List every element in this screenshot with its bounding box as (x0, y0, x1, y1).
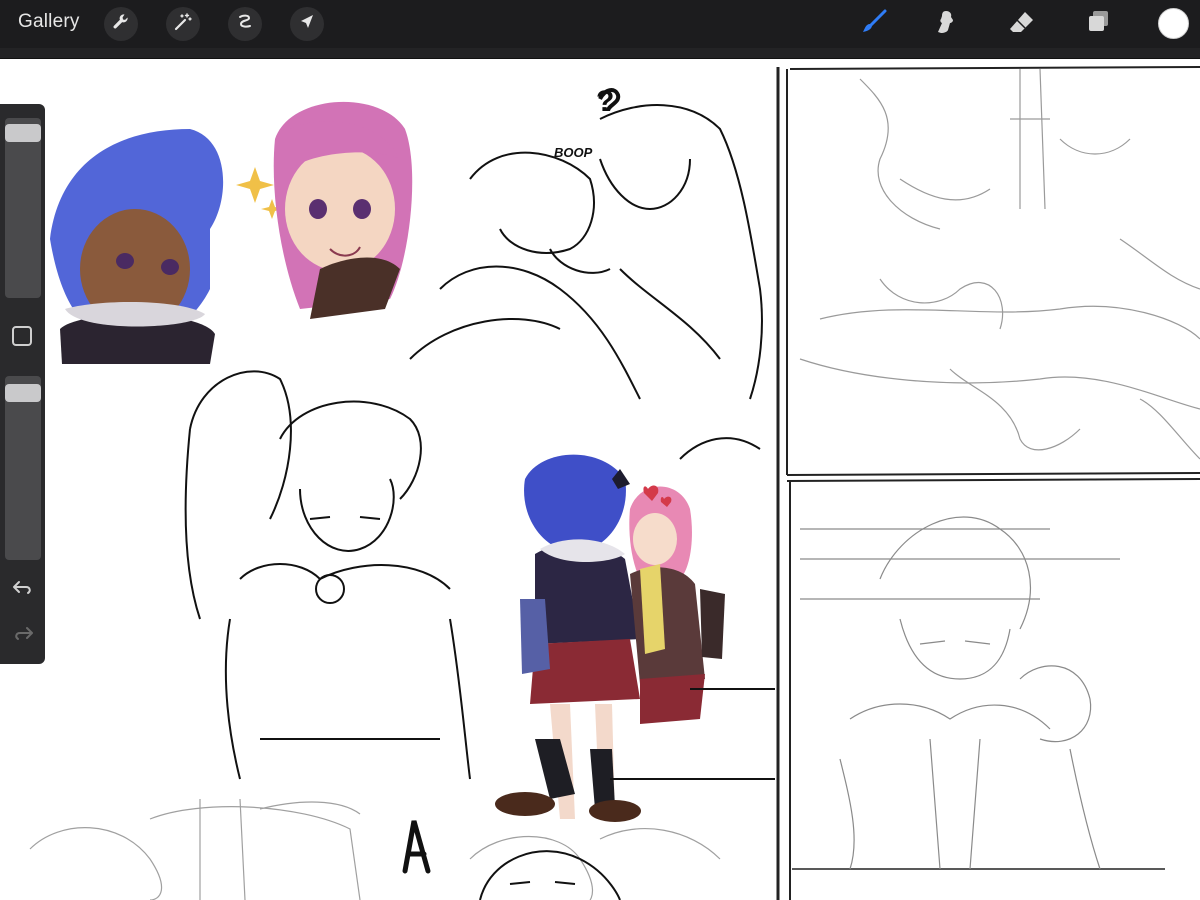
wrench-icon (111, 12, 131, 37)
comic-panels (776, 66, 1200, 900)
adjustments-button[interactable] (166, 7, 200, 41)
modify-button[interactable] (12, 326, 32, 346)
ink-letter-a (402, 820, 431, 874)
layers-button[interactable] (1082, 8, 1114, 40)
boop-annotation: BOOP (554, 145, 593, 160)
paint-tool-button[interactable] (858, 8, 890, 40)
color-picker-button[interactable] (1158, 8, 1189, 39)
color-couple (495, 454, 725, 822)
brush-size-slider[interactable] (5, 118, 41, 298)
ink-partial-face (479, 850, 621, 900)
pencil-sketch-portrait (800, 516, 1120, 870)
actions-button[interactable] (104, 7, 138, 41)
letter-annotation: A (400, 875, 401, 878)
chibi-blue-hair (50, 129, 224, 364)
undo-icon (12, 579, 34, 602)
question-mark-annotation: ? (596, 85, 614, 118)
top-toolbar: Gallery (0, 0, 1200, 48)
smudge-icon (932, 8, 960, 41)
magic-wand-icon (173, 12, 193, 37)
opacity-slider-thumb[interactable] (5, 384, 41, 402)
eraser-icon (1008, 8, 1036, 41)
pencil-sketch-park (799, 68, 1200, 460)
erase-tool-button[interactable] (1006, 8, 1038, 40)
ink-sketch-duo (184, 370, 471, 780)
redo-button[interactable] (10, 624, 36, 648)
brush-size-slider-thumb[interactable] (5, 124, 41, 142)
brush-icon (860, 8, 888, 41)
drawing-canvas[interactable]: ? BOOP A (0, 59, 1200, 900)
undo-button[interactable] (10, 578, 36, 602)
selection-icon (235, 12, 255, 37)
transform-button[interactable] (290, 7, 324, 41)
redo-icon (12, 625, 34, 648)
smudge-tool-button[interactable] (930, 8, 962, 40)
gallery-button[interactable]: Gallery (18, 11, 80, 33)
canvas-artwork: ? BOOP A (29, 66, 1200, 900)
procreate-app: Gallery ? BOOP A (0, 0, 1200, 900)
arrow-cursor-icon (297, 12, 317, 37)
toolbar-strip (0, 48, 1200, 59)
sidebar (0, 104, 45, 664)
selection-button[interactable] (228, 7, 262, 41)
chibi-pink-hair (273, 101, 413, 319)
opacity-slider[interactable] (5, 376, 41, 560)
layers-icon (1084, 8, 1112, 41)
ink-sketch-boop (409, 88, 763, 400)
